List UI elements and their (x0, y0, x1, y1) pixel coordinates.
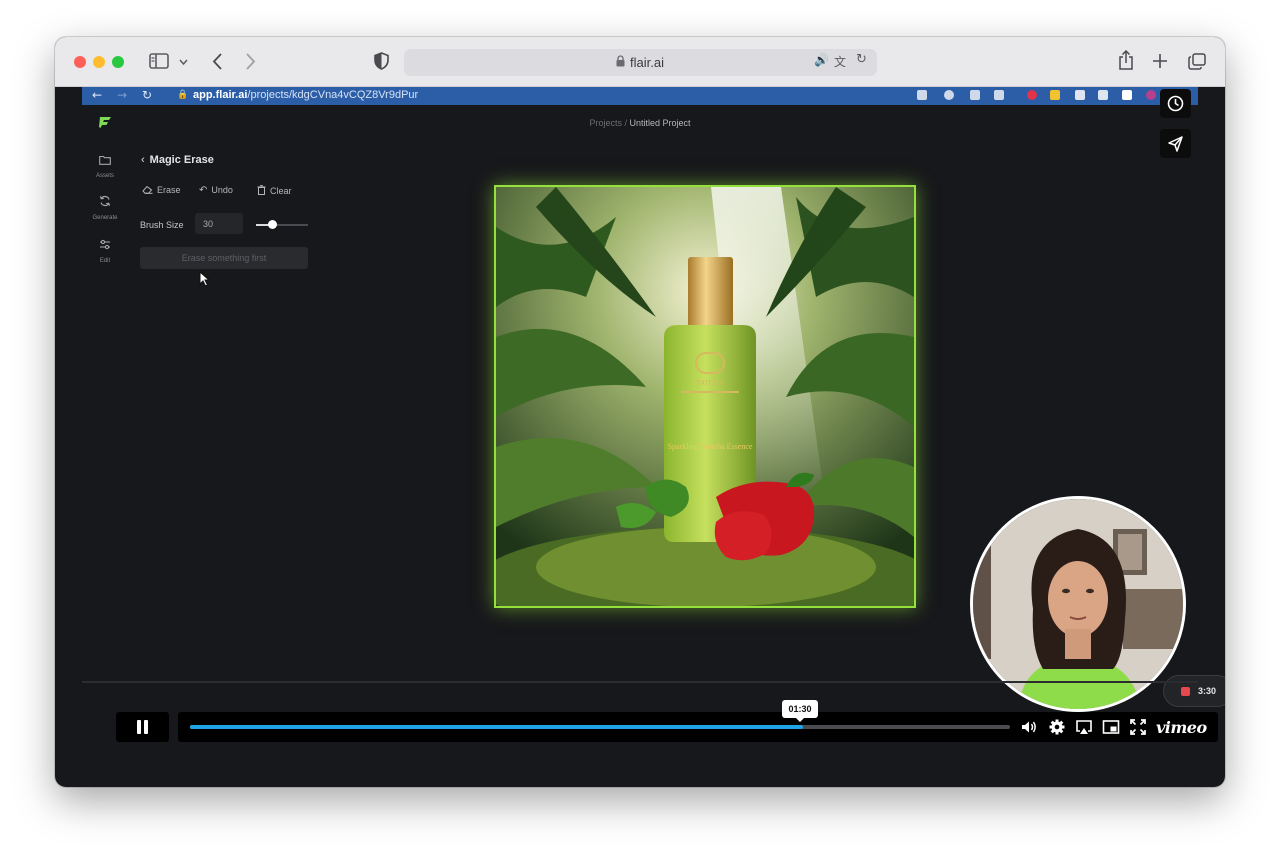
erase-tool-label: Erase (157, 185, 181, 195)
send-button[interactable] (1160, 129, 1191, 158)
minimize-window-button[interactable] (93, 56, 105, 68)
recorded-share-icon (970, 90, 980, 100)
volume-icon[interactable] (1020, 718, 1038, 736)
undo-label: Undo (211, 185, 233, 195)
product-name-text: Sparkling Matcha Essence (668, 442, 753, 451)
panel-title: Magic Erase (149, 154, 214, 166)
recorded-reload-icon: ↻ (142, 88, 153, 102)
browser-window: flair.ai 🔊 文 ↻ ← → ↻ 🔒 app.flair.ai/proj… (55, 37, 1225, 787)
breadcrumb-current[interactable]: Untitled Project (630, 118, 691, 128)
history-button[interactable] (1160, 89, 1191, 118)
erase-submit-button[interactable]: Erase something first (140, 247, 308, 269)
privacy-shield-icon[interactable] (374, 52, 389, 70)
airplay-icon[interactable] (1075, 718, 1093, 736)
picture-in-picture-icon[interactable] (1102, 718, 1120, 736)
address-bar[interactable]: flair.ai 🔊 文 ↻ (404, 49, 877, 76)
recording-elapsed: 3:30 (1198, 686, 1217, 696)
close-window-button[interactable] (74, 56, 86, 68)
lock-icon (616, 55, 625, 67)
rail-item-assets[interactable]: Assets (90, 152, 120, 179)
recorded-back-icon: ← (92, 88, 103, 102)
new-tab-icon[interactable] (1153, 54, 1167, 68)
recorded-bookmark-icon (994, 90, 1004, 100)
brush-slider-thumb[interactable] (267, 220, 277, 229)
recorded-sidepanel-icon (1122, 90, 1132, 100)
magic-erase-panel: ‹ Magic Erase Erase ↶ Undo Clear Brush Siz… (129, 140, 319, 270)
fullscreen-icon[interactable] (1129, 718, 1147, 736)
clock-icon (1167, 95, 1184, 112)
progress-played (190, 725, 804, 729)
trash-icon (257, 185, 266, 195)
pause-icon (137, 720, 141, 734)
rail-label-edit: Edit (99, 258, 111, 264)
translate-icon[interactable]: 文 (834, 53, 846, 70)
sliders-icon (100, 239, 110, 250)
recorded-playlist-icon (1098, 90, 1108, 100)
rail-label-generate: Generate (92, 215, 118, 221)
sidebar-toggle-icon[interactable] (149, 53, 169, 69)
tab-overview-icon[interactable] (1188, 53, 1206, 70)
brush-size-slider[interactable] (256, 220, 308, 229)
send-icon (1168, 136, 1183, 152)
rail-item-edit[interactable]: Edit (90, 237, 120, 264)
undo-button[interactable]: ↶ Undo (199, 185, 233, 196)
vimeo-logo[interactable]: vimeo (1156, 718, 1207, 737)
recorded-url-path: /projects/kdgCVna4vCQZ8Vr9dPur (247, 89, 419, 101)
chevron-down-icon[interactable] (179, 59, 188, 65)
clear-label: Clear (270, 186, 292, 196)
back-chevron-icon: ‹ (141, 154, 145, 166)
eraser-icon (142, 185, 153, 194)
pause-icon-bar (144, 720, 148, 734)
back-icon[interactable] (212, 53, 222, 70)
record-stop-icon[interactable] (1181, 687, 1190, 696)
panel-header[interactable]: ‹ Magic Erase (141, 154, 214, 166)
undo-icon: ↶ (199, 185, 208, 196)
recorded-profile-icon (1146, 90, 1156, 100)
recorded-lock-icon: 🔒 (177, 90, 189, 100)
safari-toolbar: flair.ai 🔊 文 ↻ (55, 37, 1225, 87)
product-brand-text: TATCHA (696, 379, 723, 387)
progress-bar[interactable] (190, 725, 1010, 729)
player-controls: vimeo (178, 712, 1218, 742)
forward-icon[interactable] (246, 53, 256, 70)
pause-button[interactable] (116, 712, 169, 742)
recorded-extension-red-icon (1027, 90, 1037, 100)
refresh-icon (99, 195, 111, 207)
recorded-extension-yellow-icon (1050, 90, 1060, 100)
folder-icon (99, 155, 111, 165)
product-photo: TATCHA Sparkling Matcha Essence (496, 187, 914, 606)
flair-app: Projects / Untitled Project Assets Gener… (82, 89, 1225, 742)
breadcrumb: Projects / Untitled Project (82, 118, 1198, 128)
recorded-url: app.flair.ai/projects/kdgCVna4vCQZ8Vr9dP… (193, 89, 418, 101)
zoom-window-button[interactable] (112, 56, 124, 68)
product-image[interactable]: TATCHA Sparkling Matcha Essence (494, 185, 916, 608)
divider (82, 681, 1198, 683)
recorded-forward-icon: → (117, 88, 128, 102)
brush-size-input[interactable]: 30 (195, 213, 243, 234)
address-text: flair.ai (630, 55, 664, 70)
presenter-video (973, 499, 1183, 709)
progress-time-tooltip: 01:30 (782, 700, 818, 722)
clear-button[interactable]: Clear (257, 185, 292, 196)
settings-icon[interactable] (1048, 718, 1066, 736)
breadcrumb-projects[interactable]: Projects (589, 118, 622, 128)
recorded-url-host: app.flair.ai (193, 89, 248, 101)
erase-tool-button[interactable]: Erase (142, 185, 181, 195)
webcam-bubble[interactable] (970, 496, 1186, 712)
recorded-zoom-icon (944, 90, 954, 100)
breadcrumb-separator: / (621, 118, 630, 128)
reload-icon[interactable]: ↻ (856, 52, 867, 67)
recorded-browser-bar: ← → ↻ 🔒 app.flair.ai/projects/kdgCVna4vC… (82, 87, 1198, 105)
rail-item-generate[interactable]: Generate (90, 194, 120, 221)
recording-indicator[interactable]: 3:30 (1163, 675, 1225, 707)
brush-size-label: Brush Size (140, 220, 184, 230)
recorded-extensions-icon (1075, 90, 1085, 100)
audio-playing-icon[interactable]: 🔊 (814, 53, 829, 67)
recorded-camera-icon (917, 90, 927, 100)
share-icon[interactable] (1118, 50, 1134, 70)
mouse-cursor-icon (199, 271, 211, 287)
rail-label-assets: Assets (95, 173, 114, 179)
